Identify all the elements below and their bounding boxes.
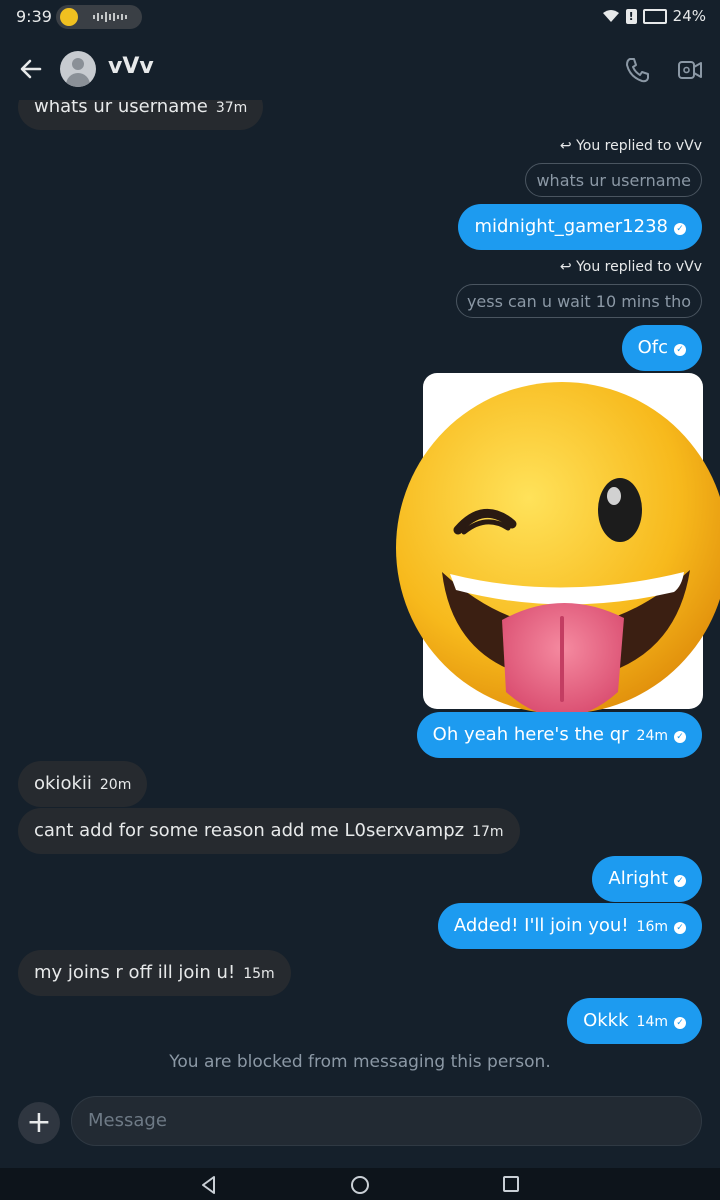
reply-arrow-icon: ↩	[559, 138, 572, 154]
message-text: Oh yeah here's the qr	[432, 724, 629, 745]
add-attachment-button[interactable]: +	[18, 1102, 60, 1144]
replied-label-text: You replied to vVv	[576, 259, 702, 275]
arrow-left-icon[interactable]	[16, 54, 46, 84]
plus-icon: +	[26, 1105, 52, 1140]
status-bar: 9:39 ! 24%	[0, 0, 720, 34]
blocked-notice: You are blocked from messaging this pers…	[169, 1052, 551, 1072]
message-thread[interactable]: whats ur username 37m ↩ You replied to vV…	[0, 100, 720, 1090]
phone-icon[interactable]	[624, 56, 652, 84]
message-timestamp: 17m	[472, 824, 504, 840]
message-text: Ofc	[637, 337, 668, 358]
message-incoming[interactable]: my joins r off ill join u! 15m	[18, 950, 291, 996]
message-outgoing[interactable]: Alright ✓	[592, 856, 702, 902]
nav-back-icon[interactable]	[198, 1174, 220, 1196]
system-navigation-bar	[0, 1168, 720, 1200]
message-input-placeholder: Message	[88, 1110, 167, 1131]
check-circle-icon: ✓	[674, 223, 686, 235]
reply-arrow-icon: ↩	[559, 259, 572, 275]
check-circle-icon: ✓	[674, 1017, 686, 1029]
message-timestamp: 14m	[636, 1014, 668, 1030]
message-incoming[interactable]: whats ur username 37m	[18, 100, 264, 130]
message-text: cant add for some reason add me L0serxva…	[34, 820, 465, 841]
message-incoming[interactable]: cant add for some reason add me L0serxva…	[18, 808, 520, 854]
message-text: Okkk	[583, 1010, 629, 1031]
message-timestamp: 16m	[636, 919, 668, 935]
message-outgoing[interactable]: midnight_gamer1238 ✓	[458, 204, 702, 250]
avatar[interactable]	[60, 51, 96, 87]
message-timestamp: 20m	[99, 777, 132, 793]
check-circle-icon: ✓	[674, 731, 686, 743]
message-text: midnight_gamer1238	[474, 216, 668, 237]
video-camera-icon[interactable]	[676, 56, 704, 84]
message-text: Added! I'll join you!	[453, 915, 629, 936]
message-composer: + Message	[0, 1094, 720, 1150]
check-circle-icon: ✓	[674, 344, 686, 356]
message-outgoing[interactable]: Added! I'll join you! 16m ✓	[437, 903, 702, 949]
nav-recents-icon[interactable]	[502, 1175, 520, 1193]
message-input[interactable]: Message	[71, 1096, 702, 1146]
status-indicators: ! 24%	[602, 7, 706, 25]
quoted-message[interactable]: yess can u wait 10 mins tho	[455, 284, 702, 318]
message-text: whats ur username	[34, 100, 208, 117]
wifi-icon	[602, 10, 619, 22]
conversation-header: vVv	[0, 40, 720, 98]
quoted-message[interactable]: whats ur username	[525, 163, 702, 197]
message-outgoing[interactable]: Ofc ✓	[621, 325, 702, 371]
nav-home-icon[interactable]	[349, 1174, 371, 1196]
winking-tongue-emoji-sticker	[396, 382, 720, 717]
avatar-head-shape	[72, 58, 84, 70]
replied-label-text: You replied to vVv	[576, 138, 702, 154]
alert-icon: !	[625, 8, 637, 24]
audio-wave-icon	[93, 12, 127, 22]
message-timestamp: 15m	[243, 966, 275, 982]
battery-icon	[642, 8, 667, 24]
check-circle-icon: ✓	[674, 875, 686, 887]
media-indicator	[56, 5, 142, 29]
message-outgoing[interactable]: Oh yeah here's the qr 24m ✓	[416, 712, 702, 758]
replied-label: ↩ You replied to vVv	[560, 138, 702, 154]
battery-level: 24%	[672, 7, 706, 25]
avatar-body-shape	[66, 73, 90, 87]
message-outgoing[interactable]: Okkk 14m ✓	[567, 998, 702, 1044]
message-text: my joins r off ill join u!	[34, 962, 236, 983]
media-thumbnail-icon	[60, 8, 78, 26]
message-text: Alright	[608, 868, 668, 889]
message-timestamp: 24m	[636, 728, 668, 744]
replied-label: ↩ You replied to vVv	[560, 259, 702, 275]
message-timestamp: 37m	[215, 100, 248, 116]
message-text: okiokii	[34, 773, 92, 794]
contact-name[interactable]: vVv	[108, 54, 154, 79]
message-incoming[interactable]: okiokii 20m	[18, 761, 148, 807]
status-time: 9:39	[16, 7, 52, 26]
check-circle-icon: ✓	[674, 922, 686, 934]
